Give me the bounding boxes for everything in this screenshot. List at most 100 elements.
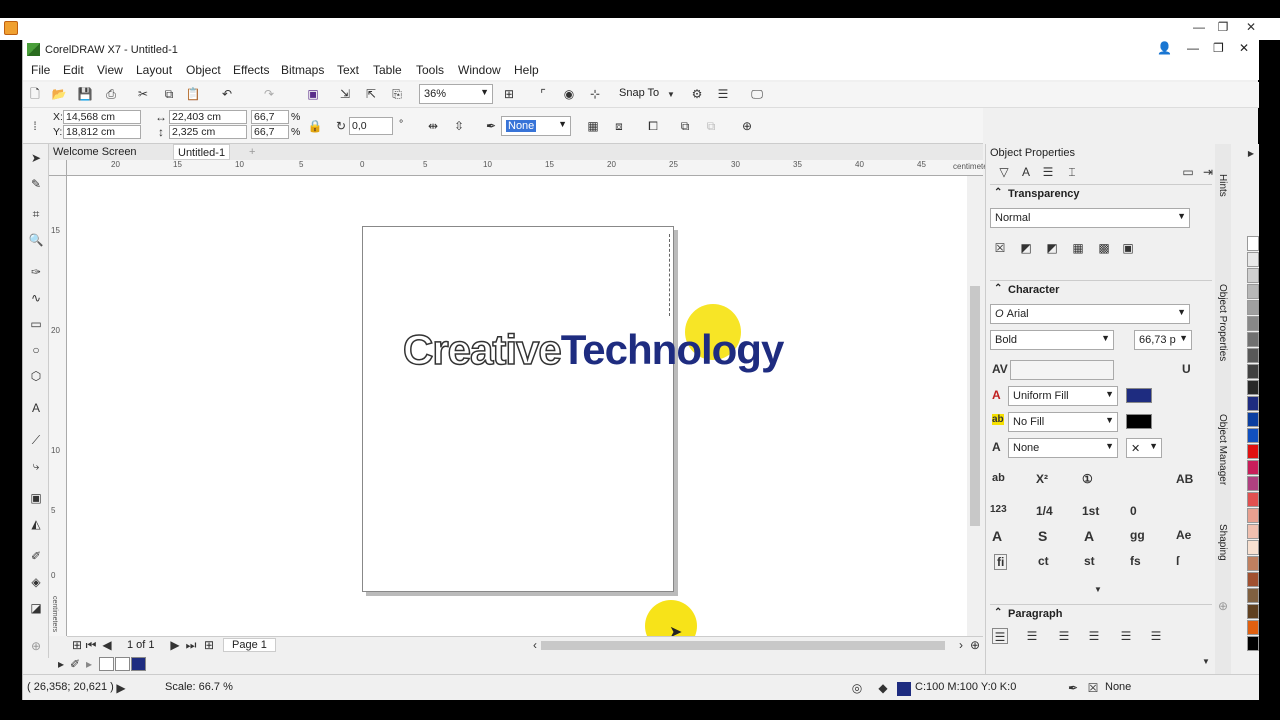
glyph-ordinals[interactable]: 1st <box>1082 504 1099 518</box>
glyph-all-caps[interactable]: AB <box>1176 472 1193 486</box>
rotation-angle-field[interactable]: 0,0 <box>349 117 393 135</box>
horizontal-scroll-thumb[interactable] <box>541 641 945 650</box>
palette-swatch[interactable] <box>1247 364 1259 379</box>
print-icon[interactable]: ⎙ <box>103 86 119 102</box>
palette-swatch[interactable] <box>1247 460 1259 475</box>
palette-swatch[interactable] <box>1247 332 1259 347</box>
freehand-tool-icon[interactable]: ✑ <box>28 264 44 280</box>
show-guidelines-icon[interactable]: ⊹ <box>587 86 603 102</box>
glyph-titling[interactable]: A <box>1084 528 1094 544</box>
bitmap-pattern-transparency-icon[interactable]: ▩ <box>1096 240 1112 256</box>
horizontal-ruler[interactable]: 20 15 10 5 0 5 10 15 20 25 30 35 40 45 c… <box>67 160 994 176</box>
blue-swatch[interactable] <box>131 657 146 671</box>
frame-properties-icon[interactable]: ⌶ <box>1064 164 1080 180</box>
align-right-icon[interactable]: ☰ <box>1086 628 1102 644</box>
menu-table[interactable]: Table <box>373 63 402 77</box>
options-icon[interactable]: ⚙ <box>689 86 705 102</box>
search-content-icon[interactable]: ▣ <box>305 86 321 102</box>
palette-swatch[interactable] <box>1247 300 1259 315</box>
undo-icon[interactable]: ↶ <box>219 86 235 102</box>
paste-icon[interactable]: 📋 <box>185 86 201 102</box>
add-page-icon[interactable]: ⊞ <box>201 637 217 653</box>
fill-color-swatch[interactable] <box>897 682 911 696</box>
open-icon[interactable]: 📂 <box>51 86 67 102</box>
vector-pattern-transparency-icon[interactable]: ▦ <box>1070 240 1086 256</box>
color-proof-icon[interactable]: ◎ <box>849 680 865 696</box>
menu-object[interactable]: Object <box>186 63 221 77</box>
ruler-origin[interactable] <box>49 160 67 176</box>
crop-tool-icon[interactable]: ⌗ <box>28 206 44 222</box>
redo-icon[interactable]: ↷ <box>261 86 277 102</box>
background-fill-type-select[interactable]: No Fill ▼ <box>1008 412 1118 432</box>
text-fill-color-swatch[interactable] <box>1126 388 1152 403</box>
break-apart-icon[interactable]: ⧉ <box>703 118 719 134</box>
force-justify-icon[interactable]: ☰ <box>1148 628 1164 644</box>
frame-view-icon[interactable]: ▭ <box>1180 164 1196 180</box>
object-manager-tab[interactable]: Object Manager <box>1217 414 1228 485</box>
palette-swatch[interactable] <box>1247 572 1259 587</box>
glyph-historical-forms[interactable]: fs <box>1130 554 1141 568</box>
paragraph-properties-icon[interactable]: ☰ <box>1040 164 1056 180</box>
shaping-tab[interactable]: Shaping <box>1217 524 1228 561</box>
zoom-level-select[interactable]: 36% ▼ <box>419 84 493 104</box>
zoom-icon[interactable]: ⊕ <box>967 637 983 653</box>
transparency-section[interactable]: ⌃ Transparency <box>990 184 1212 204</box>
font-size-select[interactable]: 66,73 p ▼ <box>1134 330 1192 350</box>
menu-text[interactable]: Text <box>337 63 359 77</box>
y-position-field[interactable]: 18,812 cm <box>63 125 141 139</box>
lock-ratio-icon[interactable]: 🔒 <box>307 118 323 134</box>
palette-swatch[interactable] <box>1247 556 1259 571</box>
glyph-historical-ligature[interactable]: st <box>1084 554 1095 568</box>
fountain-transparency-icon[interactable]: ◩ <box>1044 240 1060 256</box>
pick-tool-icon[interactable]: ➤ <box>28 150 44 166</box>
menu-edit[interactable]: Edit <box>63 63 84 77</box>
text-outline-width-select[interactable]: None ▼ <box>1008 438 1118 458</box>
mirror-horizontal-icon[interactable]: ⇹ <box>425 118 441 134</box>
app-close-button[interactable]: ✕ <box>1239 41 1249 55</box>
document-page[interactable] <box>362 226 674 592</box>
glyph-stylistic[interactable]: S <box>1038 528 1047 544</box>
to-back-icon[interactable]: ⧠ <box>645 118 661 134</box>
outer-minimize-button[interactable]: — <box>1186 20 1212 34</box>
play-icon[interactable]: ▶ <box>113 680 129 696</box>
text-outline-color-select[interactable]: ✕ ▼ <box>1126 438 1162 458</box>
previous-page-icon[interactable]: ◀ <box>99 637 115 653</box>
copy-icon[interactable]: ⧉ <box>161 86 177 102</box>
transparency-mode-select[interactable]: Normal ▼ <box>990 208 1190 228</box>
background-fill-color-swatch[interactable] <box>1126 414 1152 429</box>
publish-pdf-icon[interactable]: ⎘ <box>389 86 405 102</box>
glyph-standard-ligature[interactable]: fi <box>994 554 1008 570</box>
first-page-icon[interactable]: ⏮ <box>83 637 99 653</box>
scale-height-field[interactable]: 66,7 <box>251 125 289 139</box>
glyph-superscript[interactable]: X² <box>1036 472 1048 486</box>
palette-swatch[interactable] <box>1247 604 1259 619</box>
interactive-fill-icon[interactable]: ◈ <box>28 574 44 590</box>
add-docker-icon[interactable]: ⊕ <box>1215 598 1231 614</box>
user-icon[interactable]: 👤 <box>1157 41 1172 55</box>
palette-swatch[interactable] <box>1247 396 1259 411</box>
add-tool-icon[interactable]: ⊕ <box>28 638 44 654</box>
menu-layout[interactable]: Layout <box>136 63 172 77</box>
glyph-long-s[interactable]: ſ <box>1176 554 1179 568</box>
add-preset-icon[interactable]: ⊕ <box>739 118 755 134</box>
no-color-swatch[interactable] <box>99 657 114 671</box>
outer-close-button[interactable]: ✕ <box>1238 20 1264 34</box>
palette-swatch[interactable] <box>1247 524 1259 539</box>
fill-properties-icon[interactable]: ▽ <box>996 164 1012 180</box>
text-fill-type-select[interactable]: Uniform Fill ▼ <box>1008 386 1118 406</box>
palette-swatch[interactable] <box>1247 316 1259 331</box>
palette-swatch[interactable] <box>1247 508 1259 523</box>
transparency-tool-icon[interactable]: ◭ <box>28 516 44 532</box>
import-icon[interactable]: ⇲ <box>337 86 353 102</box>
show-grid-icon[interactable]: ◉ <box>561 86 577 102</box>
menu-file[interactable]: File <box>31 63 50 77</box>
object-height-field[interactable]: 2,325 cm <box>169 125 247 139</box>
connector-tool-icon[interactable]: ⤷ <box>28 458 44 474</box>
wrap-text-icon[interactable]: ▦ <box>585 118 601 134</box>
no-alignment-icon[interactable]: ☰ <box>992 628 1008 644</box>
smart-fill-icon[interactable]: ◪ <box>28 600 44 616</box>
full-screen-preview-icon[interactable]: ⊞ <box>501 86 517 102</box>
uniform-transparency-icon[interactable]: ◩ <box>1018 240 1034 256</box>
glyph-contextual[interactable]: gg <box>1130 528 1145 542</box>
glyph-fractions[interactable]: 1/4 <box>1036 504 1053 518</box>
